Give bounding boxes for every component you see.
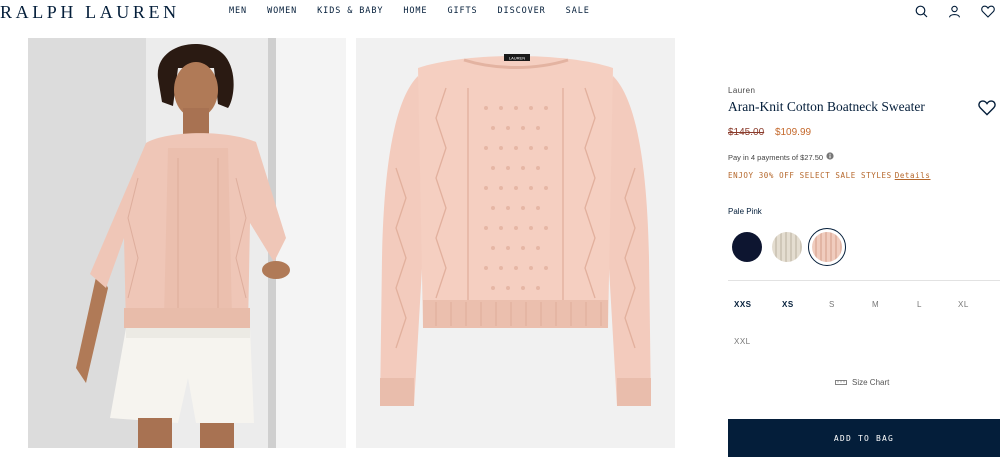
ruler-icon xyxy=(835,378,847,387)
original-price: $145.00 xyxy=(728,127,765,138)
promo-details-link[interactable]: Details xyxy=(895,171,931,180)
product-title: Aran-Knit Cotton Boatneck Sweater xyxy=(728,99,925,114)
add-to-bag-button[interactable]: ADD TO BAG xyxy=(728,419,1000,457)
account-icon[interactable] xyxy=(946,3,963,20)
installments-info: Pay in 4 payments of $27.50 xyxy=(728,152,834,162)
garment-label-text: LAUREN xyxy=(509,56,525,61)
brand-logo[interactable]: RALPH LAUREN xyxy=(0,2,180,23)
product-image-flat-lay[interactable]: LAUREN xyxy=(356,38,675,448)
main-nav: MEN WOMEN KIDS & BABY HOME GIFTS DISCOVE… xyxy=(229,6,610,16)
size-xl[interactable]: XL xyxy=(958,300,969,309)
nav-item-men[interactable]: MEN xyxy=(229,6,247,16)
promo-banner: ENJOY 30% OFF SELECT SALE STYLES Details xyxy=(728,171,931,180)
add-to-wishlist-heart-icon[interactable] xyxy=(978,100,996,116)
product-details-panel: Lauren Aran-Knit Cotton Boatneck Sweater… xyxy=(728,86,1000,457)
selected-color-label: Pale Pink xyxy=(728,207,762,216)
nav-item-discover[interactable]: DISCOVER xyxy=(498,6,546,16)
wishlist-icon[interactable] xyxy=(979,3,996,20)
size-m[interactable]: M xyxy=(872,300,879,309)
nav-item-home[interactable]: HOME xyxy=(403,6,427,16)
size-l[interactable]: L xyxy=(917,300,922,309)
size-s[interactable]: S xyxy=(829,300,835,309)
info-icon[interactable] xyxy=(826,152,834,162)
product-brand[interactable]: Lauren xyxy=(728,86,1000,95)
header-actions xyxy=(913,3,996,20)
nav-item-sale[interactable]: SALE xyxy=(566,6,590,16)
size-xs[interactable]: XS xyxy=(782,300,794,309)
divider xyxy=(728,280,1000,281)
search-icon[interactable] xyxy=(913,3,930,20)
nav-item-gifts[interactable]: GIFTS xyxy=(447,6,477,16)
product-image-model[interactable] xyxy=(28,38,346,448)
installments-text: Pay in 4 payments of $27.50 xyxy=(728,152,824,162)
color-swatches xyxy=(732,228,846,266)
size-chart-label: Size Chart xyxy=(852,378,890,387)
swatch-cream[interactable] xyxy=(772,232,802,262)
nav-item-kids-baby[interactable]: KIDS & BABY xyxy=(317,6,383,16)
size-xxs[interactable]: XXS xyxy=(734,300,752,309)
site-header: RALPH LAUREN MEN WOMEN KIDS & BABY HOME … xyxy=(0,0,1000,24)
swatch-pale-pink[interactable] xyxy=(808,228,846,266)
product-price: $145.00 $109.99 xyxy=(728,127,811,138)
nav-item-women[interactable]: WOMEN xyxy=(267,6,297,16)
promo-text: ENJOY 30% OFF SELECT SALE STYLES xyxy=(728,171,892,180)
size-chart-link[interactable]: Size Chart xyxy=(835,378,889,387)
sale-price: $109.99 xyxy=(774,127,812,138)
swatch-navy[interactable] xyxy=(732,232,762,262)
size-xxl[interactable]: XXL xyxy=(734,337,751,346)
